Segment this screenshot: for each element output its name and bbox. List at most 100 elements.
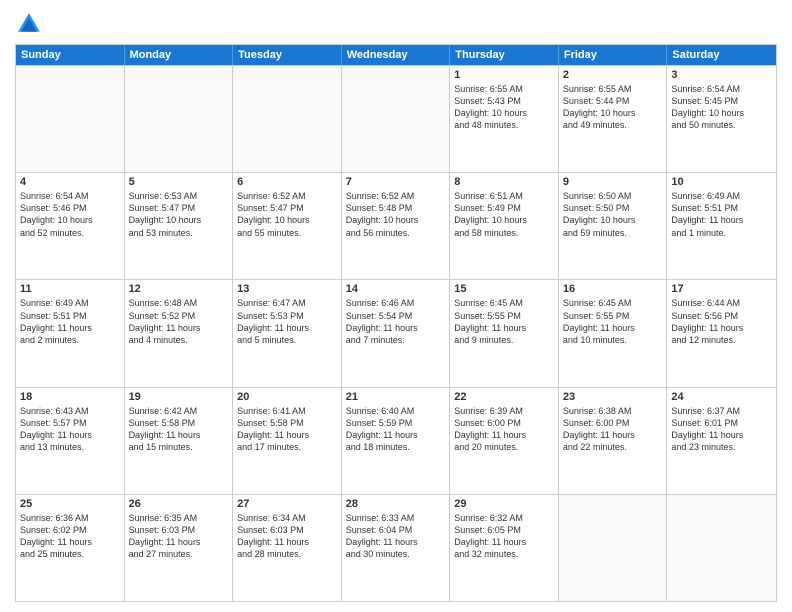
header-cell-tuesday: Tuesday: [233, 45, 342, 65]
day-number: 21: [346, 391, 446, 403]
day-number: 11: [20, 283, 120, 295]
day-info: Sunrise: 6:41 AM Sunset: 5:58 PM Dayligh…: [237, 405, 337, 454]
day-number: 26: [129, 498, 229, 510]
header-cell-monday: Monday: [125, 45, 234, 65]
calendar-body: 1 Sunrise: 6:55 AM Sunset: 5:43 PM Daylig…: [16, 65, 776, 601]
day-info: Sunrise: 6:48 AM Sunset: 5:52 PM Dayligh…: [129, 297, 229, 346]
calendar-cell: 12 Sunrise: 6:48 AM Sunset: 5:52 PM Dayli…: [125, 280, 234, 386]
calendar-cell: 21 Sunrise: 6:40 AM Sunset: 5:59 PM Dayli…: [342, 388, 451, 494]
day-number: 20: [237, 391, 337, 403]
day-info: Sunrise: 6:54 AM Sunset: 5:45 PM Dayligh…: [671, 83, 772, 132]
day-number: 14: [346, 283, 446, 295]
day-number: 7: [346, 176, 446, 188]
calendar-cell: 7Sunrise: 6:52 AM Sunset: 5:48 PM Daylig…: [342, 173, 451, 279]
day-number: 15: [454, 283, 554, 295]
day-info: Sunrise: 6:47 AM Sunset: 5:53 PM Dayligh…: [237, 297, 337, 346]
day-number: 1: [454, 69, 554, 81]
calendar-cell: 25 Sunrise: 6:36 AM Sunset: 6:02 PM Dayli…: [16, 495, 125, 601]
calendar-cell: 9Sunrise: 6:50 AM Sunset: 5:50 PM Daylig…: [559, 173, 668, 279]
header-cell-wednesday: Wednesday: [342, 45, 451, 65]
calendar-week-3: 11 Sunrise: 6:49 AM Sunset: 5:51 PM Dayli…: [16, 279, 776, 386]
day-number: 24: [671, 391, 772, 403]
calendar-cell: [559, 495, 668, 601]
day-number: 23: [563, 391, 663, 403]
calendar-cell: 28 Sunrise: 6:33 AM Sunset: 6:04 PM Dayli…: [342, 495, 451, 601]
calendar-cell: 6 Sunrise: 6:52 AM Sunset: 5:47 PM Daylig…: [233, 173, 342, 279]
day-info: Sunrise: 6:52 AM Sunset: 5:47 PM Dayligh…: [237, 190, 337, 239]
day-info: Sunrise: 6:36 AM Sunset: 6:02 PM Dayligh…: [20, 512, 120, 561]
logo-icon: [15, 10, 43, 38]
day-number: 2: [563, 69, 663, 81]
day-info: Sunrise: 6:39 AM Sunset: 6:00 PM Dayligh…: [454, 405, 554, 454]
calendar-cell: [125, 66, 234, 172]
calendar-cell: 11 Sunrise: 6:49 AM Sunset: 5:51 PM Dayli…: [16, 280, 125, 386]
day-number: 17: [671, 283, 772, 295]
calendar-cell: 3 Sunrise: 6:54 AM Sunset: 5:45 PM Daylig…: [667, 66, 776, 172]
day-info: Sunrise: 6:43 AM Sunset: 5:57 PM Dayligh…: [20, 405, 120, 454]
day-number: 25: [20, 498, 120, 510]
day-number: 13: [237, 283, 337, 295]
day-info: Sunrise: 6:46 AM Sunset: 5:54 PM Dayligh…: [346, 297, 446, 346]
calendar-cell: 18 Sunrise: 6:43 AM Sunset: 5:57 PM Dayli…: [16, 388, 125, 494]
day-number: 28: [346, 498, 446, 510]
header-cell-saturday: Saturday: [667, 45, 776, 65]
calendar-cell: 4Sunrise: 6:54 AM Sunset: 5:46 PM Daylig…: [16, 173, 125, 279]
calendar-header-row: SundayMondayTuesdayWednesdayThursdayFrid…: [16, 45, 776, 65]
calendar-cell: 10 Sunrise: 6:49 AM Sunset: 5:51 PM Dayli…: [667, 173, 776, 279]
header-cell-thursday: Thursday: [450, 45, 559, 65]
day-number: 16: [563, 283, 663, 295]
day-number: 8: [454, 176, 554, 188]
day-info: Sunrise: 6:40 AM Sunset: 5:59 PM Dayligh…: [346, 405, 446, 454]
day-number: 12: [129, 283, 229, 295]
calendar-cell: [233, 66, 342, 172]
day-number: 6: [237, 176, 337, 188]
calendar-week-5: 25 Sunrise: 6:36 AM Sunset: 6:02 PM Dayli…: [16, 494, 776, 601]
day-info: Sunrise: 6:42 AM Sunset: 5:58 PM Dayligh…: [129, 405, 229, 454]
day-number: 10: [671, 176, 772, 188]
day-info: Sunrise: 6:51 AM Sunset: 5:49 PM Dayligh…: [454, 190, 554, 239]
day-info: Sunrise: 6:55 AM Sunset: 5:43 PM Dayligh…: [454, 83, 554, 132]
day-info: Sunrise: 6:38 AM Sunset: 6:00 PM Dayligh…: [563, 405, 663, 454]
calendar-cell: 8 Sunrise: 6:51 AM Sunset: 5:49 PM Daylig…: [450, 173, 559, 279]
day-number: 19: [129, 391, 229, 403]
calendar-cell: 14 Sunrise: 6:46 AM Sunset: 5:54 PM Dayli…: [342, 280, 451, 386]
day-info: Sunrise: 6:53 AM Sunset: 5:47 PM Dayligh…: [129, 190, 229, 239]
day-number: 5: [129, 176, 229, 188]
logo: [15, 10, 47, 38]
calendar-cell: 17 Sunrise: 6:44 AM Sunset: 5:56 PM Dayli…: [667, 280, 776, 386]
day-info: Sunrise: 6:45 AM Sunset: 5:55 PM Dayligh…: [454, 297, 554, 346]
calendar-cell: 2 Sunrise: 6:55 AM Sunset: 5:44 PM Daylig…: [559, 66, 668, 172]
calendar: SundayMondayTuesdayWednesdayThursdayFrid…: [15, 44, 777, 602]
calendar-cell: 15 Sunrise: 6:45 AM Sunset: 5:55 PM Dayli…: [450, 280, 559, 386]
calendar-cell: 16 Sunrise: 6:45 AM Sunset: 5:55 PM Dayli…: [559, 280, 668, 386]
header-cell-sunday: Sunday: [16, 45, 125, 65]
calendar-cell: 24Sunrise: 6:37 AM Sunset: 6:01 PM Dayli…: [667, 388, 776, 494]
calendar-cell: [16, 66, 125, 172]
calendar-cell: 20 Sunrise: 6:41 AM Sunset: 5:58 PM Dayli…: [233, 388, 342, 494]
day-number: 18: [20, 391, 120, 403]
calendar-cell: 23 Sunrise: 6:38 AM Sunset: 6:00 PM Dayli…: [559, 388, 668, 494]
calendar-cell: 26Sunrise: 6:35 AM Sunset: 6:03 PM Dayli…: [125, 495, 234, 601]
day-number: 29: [454, 498, 554, 510]
day-number: 27: [237, 498, 337, 510]
day-info: Sunrise: 6:49 AM Sunset: 5:51 PM Dayligh…: [20, 297, 120, 346]
day-number: 3: [671, 69, 772, 81]
calendar-cell: 1 Sunrise: 6:55 AM Sunset: 5:43 PM Daylig…: [450, 66, 559, 172]
day-info: Sunrise: 6:44 AM Sunset: 5:56 PM Dayligh…: [671, 297, 772, 346]
calendar-cell: 29 Sunrise: 6:32 AM Sunset: 6:05 PM Dayli…: [450, 495, 559, 601]
calendar-week-1: 1 Sunrise: 6:55 AM Sunset: 5:43 PM Daylig…: [16, 65, 776, 172]
calendar-week-4: 18 Sunrise: 6:43 AM Sunset: 5:57 PM Dayli…: [16, 387, 776, 494]
day-info: Sunrise: 6:45 AM Sunset: 5:55 PM Dayligh…: [563, 297, 663, 346]
day-info: Sunrise: 6:32 AM Sunset: 6:05 PM Dayligh…: [454, 512, 554, 561]
day-info: Sunrise: 6:34 AM Sunset: 6:03 PM Dayligh…: [237, 512, 337, 561]
page: SundayMondayTuesdayWednesdayThursdayFrid…: [0, 0, 792, 612]
day-info: Sunrise: 6:49 AM Sunset: 5:51 PM Dayligh…: [671, 190, 772, 239]
calendar-week-2: 4Sunrise: 6:54 AM Sunset: 5:46 PM Daylig…: [16, 172, 776, 279]
calendar-cell: [342, 66, 451, 172]
calendar-cell: 19 Sunrise: 6:42 AM Sunset: 5:58 PM Dayli…: [125, 388, 234, 494]
day-info: Sunrise: 6:55 AM Sunset: 5:44 PM Dayligh…: [563, 83, 663, 132]
calendar-cell: 22Sunrise: 6:39 AM Sunset: 6:00 PM Dayli…: [450, 388, 559, 494]
calendar-cell: 5 Sunrise: 6:53 AM Sunset: 5:47 PM Daylig…: [125, 173, 234, 279]
day-number: 9: [563, 176, 663, 188]
day-info: Sunrise: 6:33 AM Sunset: 6:04 PM Dayligh…: [346, 512, 446, 561]
